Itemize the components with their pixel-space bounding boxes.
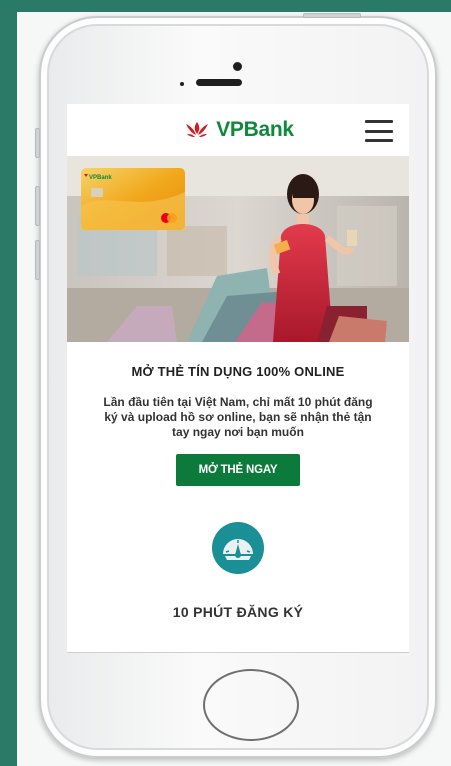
feature-title: 10 PHÚT ĐĂNG KÝ [172,604,304,620]
earpiece-speaker [196,79,242,86]
promo-description: Lần đầu tiên tại Việt Nam, chỉ mất 10 ph… [103,395,373,439]
volume-down-button [35,240,40,280]
vpbank-leaf-icon [186,122,209,137]
hero-image: VPBank [67,156,409,342]
speedometer-icon [212,522,264,574]
open-card-button[interactable]: MỞ THẺ NGAY [176,454,300,486]
mute-switch [35,128,40,158]
hero-banner: VPBank [67,156,409,342]
hamburger-menu-icon[interactable] [365,120,393,142]
front-camera [233,62,242,71]
svg-text:VPBank: VPBank [89,175,112,181]
volume-up-button [35,186,40,226]
brand-name: VPBank [216,118,294,141]
page-headline: MỞ THẺ TÍN DỤNG 100% ONLINE [131,364,345,379]
site-header: VPBank [67,104,409,156]
main-content: MỞ THẺ TÍN DỤNG 100% ONLINE Lần đầu tiên… [67,342,409,620]
proximity-sensor [180,82,184,86]
vpbank-logo[interactable]: VPBank [182,118,294,142]
home-button[interactable] [203,669,299,741]
power-button [303,13,361,18]
phone-screen: VPBank VPBank MỞ THẺ TÍN DỤNG 100% ONLIN… [67,104,409,653]
